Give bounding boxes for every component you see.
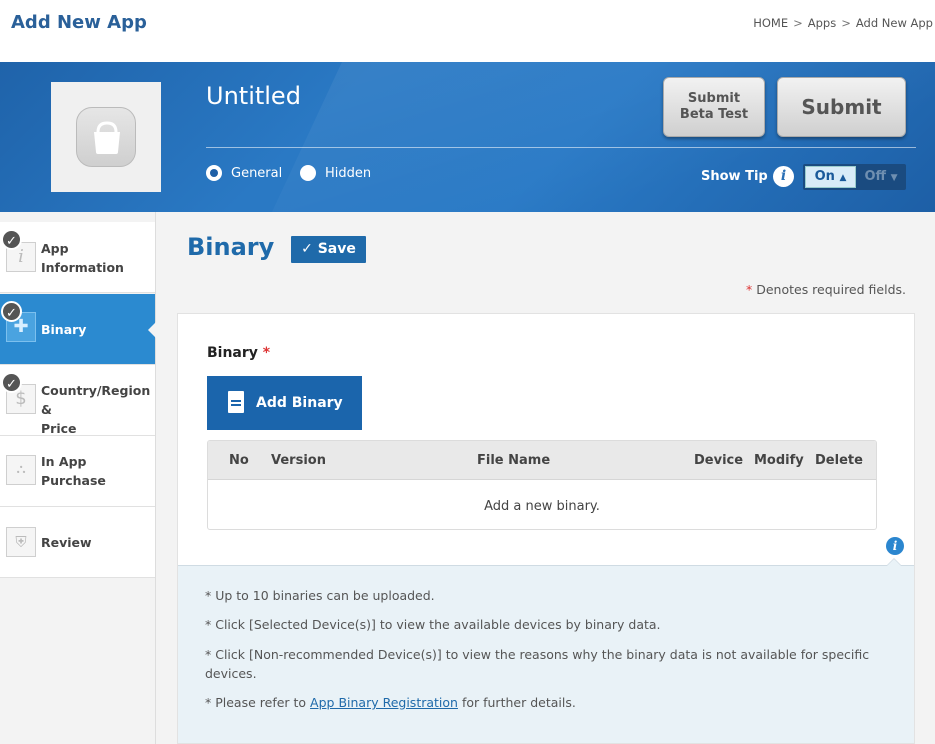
document-icon: [228, 391, 244, 413]
sidebar-item-label: Review: [41, 535, 92, 550]
show-tip-toggle[interactable]: On ▲ Off ▼: [803, 164, 906, 190]
breadcrumb-home[interactable]: HOME: [753, 16, 788, 30]
check-icon: ✓: [301, 241, 313, 257]
table-header: No Version File Name Device Modify Delet…: [208, 441, 876, 480]
save-button[interactable]: ✓ Save: [291, 236, 366, 263]
app-binary-registration-link[interactable]: App Binary Registration: [310, 695, 458, 710]
label-line1: In App: [41, 454, 87, 469]
binary-table: No Version File Name Device Modify Delet…: [207, 440, 877, 530]
binary-field-label: Binary *: [207, 345, 270, 361]
toggle-off-option[interactable]: Off ▼: [858, 166, 904, 188]
binary-card: Binary * Add Binary No Version File Name…: [177, 313, 915, 744]
banner-divider: [206, 147, 916, 148]
column-header-no: No: [229, 453, 249, 468]
breadcrumb: HOME > Apps > Add New App: [753, 16, 933, 30]
column-header-file-name: File Name: [477, 453, 551, 468]
empty-table-message: Add a new binary.: [484, 499, 600, 514]
checkmark-icon: ✓: [1, 372, 22, 393]
sidebar-item-label: In App Purchase: [41, 452, 151, 490]
label-line1: Country/Region &: [41, 383, 151, 417]
radio-label: Hidden: [325, 165, 372, 181]
radio-selected-icon[interactable]: [206, 165, 222, 181]
main-content: Binary ✓ Save * Denotes required fields.…: [156, 212, 935, 744]
add-binary-button[interactable]: Add Binary: [207, 376, 362, 430]
tip-line-refer: * Please refer to App Binary Registratio…: [205, 693, 895, 712]
button-label-line2: Beta Test: [679, 107, 749, 122]
column-header-delete: Delete: [815, 453, 863, 468]
shield-icon: ⛨: [6, 527, 36, 557]
sidebar-item-label: Binary: [41, 322, 87, 337]
app-icon-upload[interactable]: [51, 82, 161, 192]
label-line1: App: [41, 241, 69, 256]
top-header: Add New App HOME > Apps > Add New App: [0, 0, 935, 62]
in-app-icon: ⛬: [6, 455, 36, 485]
sidebar-item-label: Country/Region & Price: [41, 381, 151, 438]
sidebar-item-binary[interactable]: ✚ ✓ Binary: [0, 294, 156, 365]
tip-line: * Click [Non-recommended Device(s)] to v…: [205, 647, 870, 681]
breadcrumb-separator: >: [841, 16, 851, 30]
radio-unselected-icon[interactable]: [300, 165, 316, 181]
visibility-hidden-radio[interactable]: Hidden: [300, 165, 371, 181]
tip-refer-suffix: for further details.: [457, 695, 576, 710]
section-title: Binary: [187, 233, 275, 261]
label-line2: Purchase: [41, 473, 106, 488]
caret-up-icon: ▲: [839, 173, 847, 183]
toggle-off-label: Off: [864, 169, 887, 184]
sidebar-item-app-information[interactable]: i ✓ App Information: [0, 222, 155, 293]
tip-line: * Click [Selected Device(s)] to view the…: [205, 617, 661, 632]
breadcrumb-current: Add New App: [855, 16, 933, 30]
page-title: Add New App: [11, 12, 147, 33]
sidebar-item-country-region-price[interactable]: $ ✓ Country/Region & Price: [0, 365, 155, 436]
app-name[interactable]: Untitled: [206, 82, 301, 110]
binary-label-text: Binary: [207, 345, 258, 361]
app-banner: Untitled General Hidden Submit Beta Test…: [0, 62, 935, 212]
submit-beta-test-button[interactable]: Submit Beta Test: [663, 77, 765, 137]
column-header-version: Version: [271, 453, 326, 468]
required-asterisk: *: [262, 345, 271, 361]
required-fields-note: * Denotes required fields.: [746, 282, 906, 297]
submit-button[interactable]: Submit: [777, 77, 906, 137]
visibility-general-radio[interactable]: General: [206, 165, 282, 181]
info-icon[interactable]: i: [773, 166, 794, 187]
show-tip-label: Show Tip: [701, 169, 768, 184]
tip-line: * Up to 10 binaries can be uploaded.: [205, 588, 435, 603]
tip-refer-prefix: * Please refer to: [205, 695, 311, 710]
shopping-bag-icon: [76, 107, 136, 167]
add-binary-label: Add Binary: [256, 395, 343, 411]
button-label-line1: Submit: [687, 91, 741, 106]
column-header-device: Device: [694, 453, 744, 468]
sidebar: i ✓ App Information ✚ ✓ Binary $ ✓ Count…: [0, 212, 156, 744]
label-line2: Information: [41, 260, 124, 275]
checkmark-icon: ✓: [1, 229, 22, 250]
required-note-text: Denotes required fields.: [756, 282, 906, 297]
required-asterisk: *: [745, 282, 753, 297]
save-label: Save: [317, 241, 356, 257]
sidebar-item-in-app-purchase[interactable]: ⛬ In App Purchase: [0, 436, 155, 507]
toggle-on-label: On: [814, 169, 835, 184]
info-icon[interactable]: i: [886, 537, 904, 555]
checkmark-icon: ✓: [1, 301, 22, 322]
sidebar-item-label: App Information: [41, 239, 151, 277]
caret-down-icon: ▼: [890, 173, 898, 183]
breadcrumb-apps[interactable]: Apps: [808, 16, 836, 30]
breadcrumb-separator: >: [793, 16, 803, 30]
sidebar-item-review[interactable]: ⛨ Review: [0, 507, 155, 578]
toggle-on-option[interactable]: On ▲: [805, 166, 856, 188]
column-header-modify: Modify: [754, 453, 804, 468]
tips-panel: * Up to 10 binaries can be uploaded. * C…: [178, 558, 914, 743]
radio-label: General: [231, 165, 283, 181]
